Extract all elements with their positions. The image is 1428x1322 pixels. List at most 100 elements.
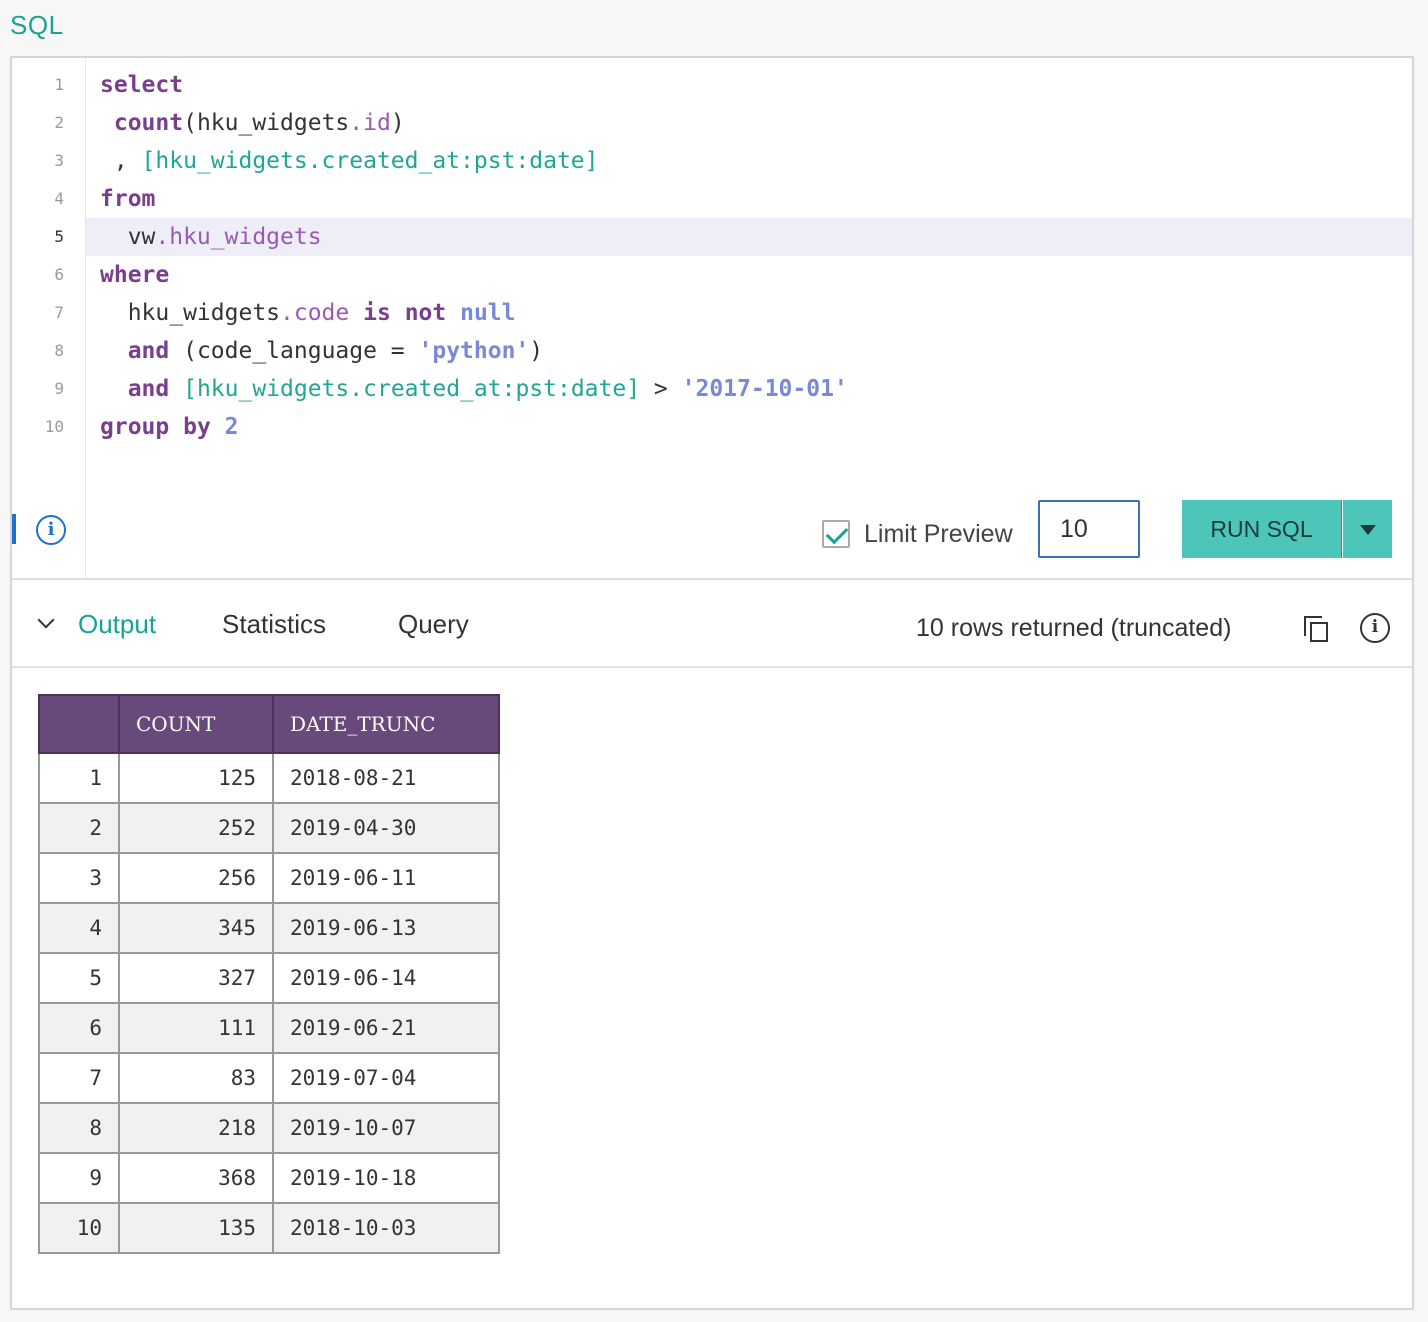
- row-index-cell: 7: [38, 1052, 120, 1104]
- table-row: 3 256 2019-06-11: [38, 852, 500, 904]
- copy-icon[interactable]: [1304, 616, 1330, 642]
- row-index-cell: 9: [38, 1152, 120, 1204]
- tab-output[interactable]: Output: [78, 608, 156, 640]
- table-row: 5 327 2019-06-14: [38, 952, 500, 1004]
- row-index-cell: 3: [38, 852, 120, 904]
- code-token: hku_widgets: [100, 300, 281, 326]
- table-row: 10 135 2018-10-03: [38, 1202, 500, 1254]
- count-cell: 345: [118, 902, 274, 954]
- section-label: SQL: [10, 10, 64, 40]
- count-cell: 256: [118, 852, 274, 904]
- date-trunc-cell: 2019-06-13: [272, 902, 500, 954]
- table-row: 2 252 2019-04-30: [38, 802, 500, 854]
- run-sql-button[interactable]: RUN SQL: [1182, 500, 1342, 558]
- table-row: 8 218 2019-10-07: [38, 1102, 500, 1154]
- row-index-cell: 1: [38, 752, 120, 804]
- results-table: COUNT DATE_TRUNC 1 125 2018-08-21 2 252 2019-…: [38, 694, 500, 1254]
- row-index-cell: 6: [38, 1002, 120, 1054]
- code-token: is: [363, 300, 391, 326]
- line-number: 6: [54, 265, 64, 284]
- code-token: .code: [280, 300, 350, 326]
- tab-statistics[interactable]: Statistics: [222, 608, 326, 640]
- sql-editor[interactable]: 1 2 3 4 5 6 7 8 9 10 select count(hku_widgets.id)…: [12, 58, 1412, 580]
- code-token: 'python': [418, 338, 530, 364]
- output-info-icon[interactable]: i: [1360, 613, 1390, 643]
- line-number: 2: [54, 113, 64, 132]
- run-sql-dropdown-button[interactable]: [1343, 500, 1392, 558]
- row-index-cell: 8: [38, 1102, 120, 1154]
- table-header-row: COUNT DATE_TRUNC: [38, 694, 500, 754]
- date-trunc-cell: 2019-10-07: [272, 1102, 500, 1154]
- count-cell: 83: [118, 1052, 274, 1104]
- rows-returned-status: 10 rows returned (truncated): [916, 614, 1232, 642]
- tab-query[interactable]: Query: [398, 608, 469, 640]
- code-token: ): [529, 338, 544, 364]
- code-token: 2: [224, 414, 239, 440]
- sql-panel: 1 2 3 4 5 6 7 8 9 10 select count(hku_widgets.id)…: [10, 56, 1414, 1310]
- date-trunc-cell: 2019-07-04: [272, 1052, 500, 1104]
- row-index-cell: 10: [38, 1202, 120, 1254]
- line-number: 9: [54, 379, 64, 398]
- code-token: (hku_widgets: [183, 110, 350, 136]
- gutter-marker: [12, 514, 16, 544]
- chevron-down-icon[interactable]: [37, 611, 55, 629]
- line-number: 4: [54, 189, 64, 208]
- column-header-index: [38, 694, 120, 754]
- row-index-cell: 2: [38, 802, 120, 854]
- line-number: 3: [54, 151, 64, 170]
- column-header-date-trunc: DATE_TRUNC: [272, 694, 500, 754]
- code-token: .hku_widgets: [155, 224, 322, 250]
- count-cell: 218: [118, 1102, 274, 1154]
- code-token: and: [127, 338, 170, 364]
- code-line: select: [100, 66, 183, 104]
- count-cell: 252: [118, 802, 274, 854]
- code-line: from: [100, 180, 155, 218]
- table-row: 1 125 2018-08-21: [38, 752, 500, 804]
- code-line: , [hku_widgets.created_at:pst:date]: [100, 142, 599, 180]
- code-token: (code_language =: [169, 338, 419, 364]
- column-header-count: COUNT: [118, 694, 274, 754]
- limit-preview-input[interactable]: 10: [1038, 500, 1140, 558]
- date-trunc-cell: 2018-10-03: [272, 1202, 500, 1254]
- line-number: 8: [54, 341, 64, 360]
- code-token: ,: [100, 148, 142, 174]
- date-trunc-cell: 2019-06-14: [272, 952, 500, 1004]
- code-line: vw.hku_widgets: [100, 218, 322, 256]
- table-row: 4 345 2019-06-13: [38, 902, 500, 954]
- line-number: 7: [54, 303, 64, 322]
- code-token: where: [100, 262, 170, 288]
- code-token: from: [100, 186, 156, 212]
- limit-preview-checkbox[interactable]: [822, 520, 850, 548]
- count-cell: 111: [118, 1002, 274, 1054]
- code-line: group by 2: [100, 408, 239, 446]
- code-token: ): [390, 110, 405, 136]
- count-cell: 135: [118, 1202, 274, 1254]
- editor-info-icon[interactable]: i: [36, 515, 66, 545]
- code-line: and (code_language = 'python'): [100, 332, 543, 370]
- row-index-cell: 5: [38, 952, 120, 1004]
- date-trunc-cell: 2019-06-11: [272, 852, 500, 904]
- date-trunc-cell: 2019-06-21: [272, 1002, 500, 1054]
- output-header: Output Statistics Query 10 rows returned…: [12, 580, 1412, 668]
- table-row: 7 83 2019-07-04: [38, 1052, 500, 1104]
- code-line: where: [100, 256, 169, 294]
- code-line: and [hku_widgets.created_at:pst:date] > …: [100, 370, 848, 408]
- code-token: [hku_widgets.created_at:pst:date]: [141, 148, 599, 174]
- date-trunc-cell: 2019-10-18: [272, 1152, 500, 1204]
- code-token: by: [183, 414, 211, 440]
- count-cell: 368: [118, 1152, 274, 1204]
- code-line: count(hku_widgets.id): [100, 104, 405, 142]
- code-token: >: [640, 376, 682, 402]
- code-token: group: [100, 414, 170, 440]
- line-number: 5: [54, 227, 64, 246]
- code-token: select: [100, 72, 184, 98]
- limit-preview-label: Limit Preview: [864, 520, 1013, 548]
